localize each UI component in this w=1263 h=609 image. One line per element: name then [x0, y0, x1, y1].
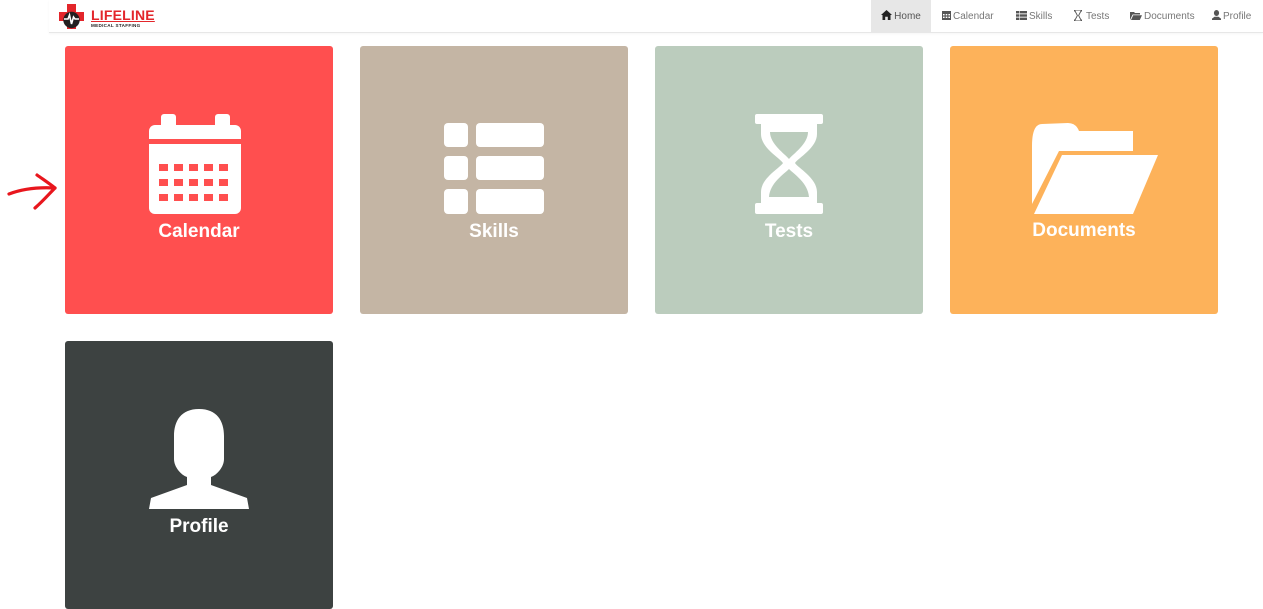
list-icon	[1016, 10, 1027, 20]
calendar-icon	[149, 114, 241, 214]
nav-item-skills[interactable]: Skills	[1016, 0, 1052, 33]
tile-tests[interactable]: Tests	[655, 46, 923, 314]
nav-item-tests[interactable]: Tests	[1073, 0, 1110, 33]
tile-label: Skills	[469, 221, 519, 242]
tile-label: Calendar	[158, 221, 240, 242]
hourglass-icon	[755, 114, 823, 214]
folder-open-icon	[1032, 123, 1158, 214]
red-arrow-icon	[7, 173, 57, 210]
tile-calendar[interactable]: Calendar	[65, 46, 333, 314]
brand-tagline: MEDICAL STAFFING	[91, 23, 141, 28]
tile-label: Profile	[169, 516, 229, 537]
user-icon	[149, 409, 249, 509]
tile-label: Tests	[764, 221, 814, 242]
tile-skills[interactable]: Skills	[360, 46, 628, 314]
tile-documents[interactable]: Documents	[950, 46, 1218, 314]
folder-open-icon	[1130, 11, 1142, 20]
nav-item-label: Profile	[1223, 11, 1252, 22]
tile-profile[interactable]: Profile	[65, 341, 333, 609]
tile-label: Documents	[1032, 220, 1136, 241]
calendar-icon	[942, 11, 951, 21]
nav-item-documents[interactable]: Documents	[1130, 0, 1195, 33]
nav-item-label: Calendar	[953, 11, 994, 22]
nav-item-label: Skills	[1029, 11, 1053, 22]
top-navbar: LIFELINE MEDICAL STAFFING Home Calendar …	[49, 0, 1263, 33]
hourglass-icon	[1073, 9, 1083, 22]
nav-item-label: Tests	[1086, 11, 1110, 22]
nav-item-calendar[interactable]: Calendar	[942, 0, 994, 33]
nav-item-home[interactable]: Home	[871, 0, 931, 33]
nav-item-label: Home	[894, 11, 921, 22]
home-icon	[881, 10, 893, 21]
nav-item-label: Documents	[1144, 11, 1195, 22]
lifeline-cross-icon	[59, 4, 84, 29]
brand-name: LIFELINE	[91, 7, 155, 23]
nav-item-profile[interactable]: Profile	[1212, 0, 1251, 33]
user-icon	[1212, 10, 1221, 21]
list-icon	[444, 123, 544, 214]
